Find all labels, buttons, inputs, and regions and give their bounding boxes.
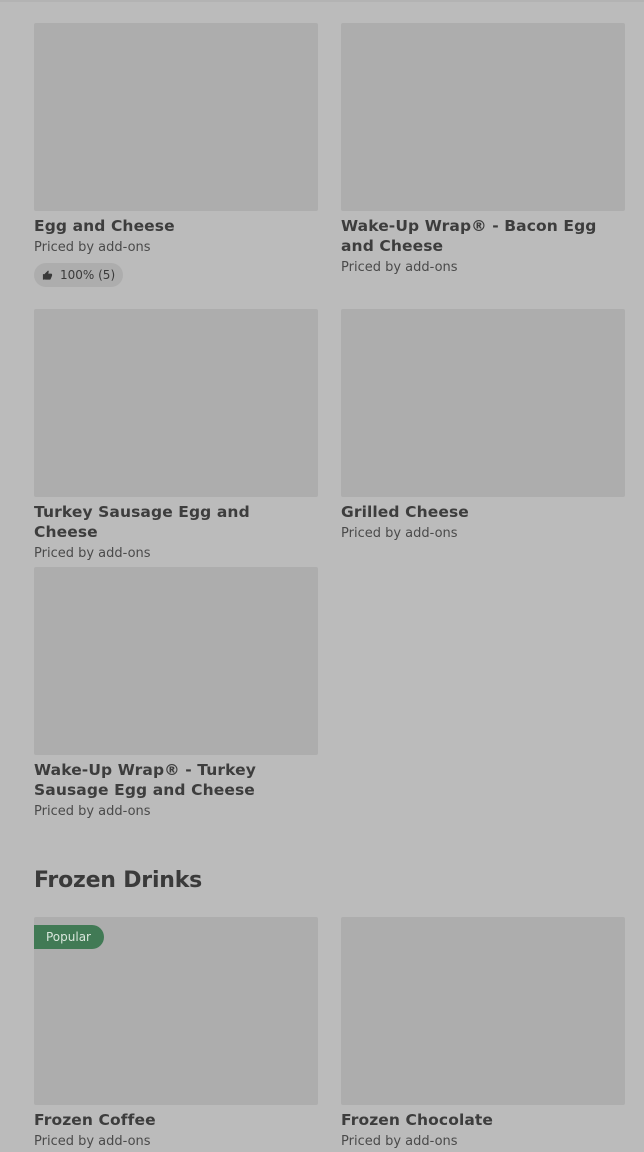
rating-badge: 100% (5) [34, 263, 124, 287]
menu-item-image[interactable] [341, 309, 625, 497]
thumbs-up-icon [42, 269, 53, 280]
menu-item-card[interactable]: Turkey Sausage Egg and Cheese Priced by … [34, 309, 318, 562]
menu-item-price: Priced by add-ons [341, 1134, 458, 1149]
menu-item-title[interactable]: Egg and Cheese [34, 216, 318, 236]
menu-item-image[interactable] [34, 23, 318, 211]
menu-item-image[interactable] [34, 567, 318, 755]
menu-item-image[interactable] [341, 23, 625, 211]
menu-item-price: Priced by add-ons [341, 526, 458, 541]
menu-item-title[interactable]: Frozen Coffee [34, 1110, 318, 1130]
menu-item-card[interactable]: Popular Frozen Coffee Priced by add-ons [34, 917, 318, 1150]
menu-item-price: Priced by add-ons [34, 546, 151, 561]
menu-item-card[interactable]: Egg and Cheese Priced by add-ons 100% (5… [34, 23, 318, 287]
menu-item-title[interactable]: Wake-Up Wrap® - Bacon Egg and Cheese [341, 216, 625, 256]
menu-item-card[interactable]: Frozen Chocolate Priced by add-ons [341, 917, 625, 1150]
menu-item-price: Priced by add-ons [34, 1134, 151, 1149]
menu-item-image[interactable] [341, 917, 625, 1105]
rating-text: 100% (5) [60, 268, 116, 282]
menu-item-card[interactable]: Wake-Up Wrap® - Bacon Egg and Cheese Pri… [341, 23, 625, 276]
menu-item-price: Priced by add-ons [34, 804, 151, 819]
menu-item-title[interactable]: Frozen Chocolate [341, 1110, 625, 1130]
menu-item-price: Priced by add-ons [34, 240, 151, 255]
menu-item-title[interactable]: Grilled Cheese [341, 502, 625, 522]
menu-item-price: Priced by add-ons [341, 260, 458, 275]
menu-item-title[interactable]: Wake-Up Wrap® - Turkey Sausage Egg and C… [34, 760, 318, 800]
menu-item-card[interactable]: Wake-Up Wrap® - Turkey Sausage Egg and C… [34, 567, 318, 820]
top-strip [0, 0, 644, 2]
menu-item-image[interactable]: Popular [34, 917, 318, 1105]
popular-badge: Popular [34, 925, 104, 949]
menu-item-title[interactable]: Turkey Sausage Egg and Cheese [34, 502, 318, 542]
menu-item-image[interactable] [34, 309, 318, 497]
menu-item-card[interactable]: Grilled Cheese Priced by add-ons [341, 309, 625, 542]
section-title: Frozen Drinks [34, 868, 203, 893]
